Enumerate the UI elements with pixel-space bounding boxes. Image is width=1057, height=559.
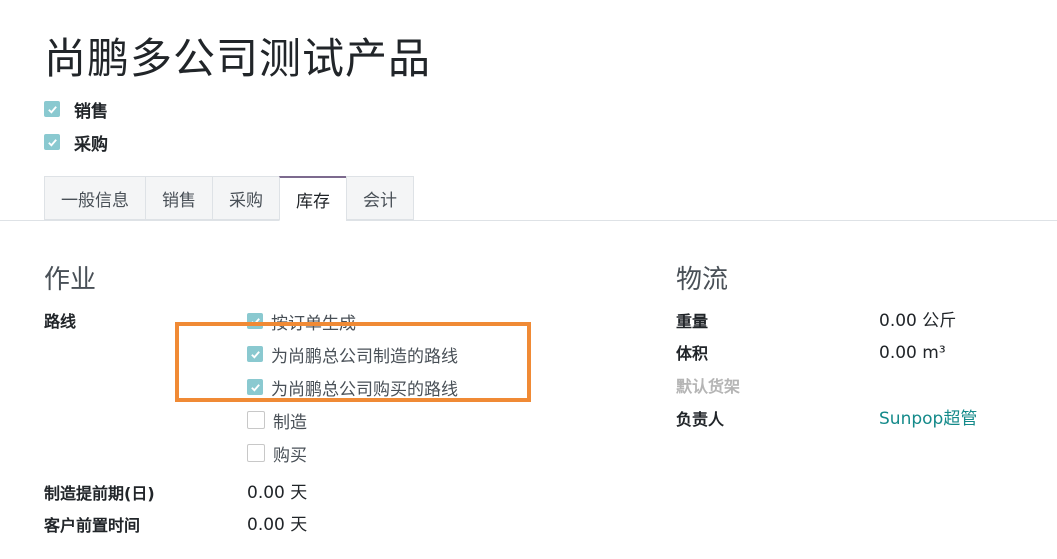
route-label: 为尚鹏总公司制造的路线	[271, 346, 458, 367]
manufacture-lead-value[interactable]: 0.00 天	[247, 483, 307, 503]
volume-label: 体积	[676, 344, 709, 363]
tab-inventory[interactable]: 库存	[279, 176, 346, 221]
customer-lead-label: 客户前置时间	[44, 516, 141, 535]
check-icon[interactable]	[247, 346, 263, 362]
route-hq-buy[interactable]: 为尚鹏总公司购买的路线	[247, 376, 458, 400]
notebook-tabs: 一般信息 销售 采购 库存 会计	[44, 176, 414, 221]
operations-section-title: 作业	[44, 265, 97, 295]
check-icon[interactable]	[247, 379, 263, 395]
tab-accounting[interactable]: 会计	[346, 176, 414, 220]
check-icon[interactable]	[44, 134, 60, 150]
weight-label: 重量	[676, 312, 709, 331]
logistics-section-title: 物流	[676, 265, 729, 295]
can-be-sold-label: 销售	[74, 101, 108, 122]
route-manufacture[interactable]: 制造	[247, 409, 307, 433]
manufacture-lead-label: 制造提前期(日)	[44, 484, 155, 503]
responsible-link[interactable]: Sunpop超管	[879, 409, 977, 429]
check-icon[interactable]	[247, 313, 263, 329]
tab-general-info[interactable]: 一般信息	[44, 176, 145, 220]
route-mto[interactable]: 按订单生成	[247, 310, 356, 334]
checkbox-empty-icon[interactable]	[247, 411, 265, 429]
product-title[interactable]: 尚鹏多公司测试产品	[44, 30, 431, 88]
route-label: 为尚鹏总公司购买的路线	[271, 379, 458, 400]
default-shelf-label: 默认货架	[676, 377, 741, 396]
route-label: 购买	[273, 445, 307, 466]
weight-value[interactable]: 0.00 公斤	[879, 311, 956, 331]
can-be-sold-option[interactable]: 销售	[44, 99, 108, 122]
responsible-label: 负责人	[676, 410, 725, 429]
route-hq-manufacture[interactable]: 为尚鹏总公司制造的路线	[247, 343, 458, 367]
check-icon[interactable]	[44, 101, 60, 117]
can-be-purchased-option[interactable]: 采购	[44, 132, 108, 155]
can-be-purchased-label: 采购	[74, 134, 108, 155]
routes-label: 路线	[44, 312, 77, 331]
tab-purchase[interactable]: 采购	[212, 176, 279, 220]
route-label: 按订单生成	[271, 313, 356, 334]
customer-lead-value[interactable]: 0.00 天	[247, 515, 307, 535]
checkbox-empty-icon[interactable]	[247, 444, 265, 462]
route-buy[interactable]: 购买	[247, 442, 307, 466]
tab-sales[interactable]: 销售	[145, 176, 212, 220]
volume-value[interactable]: 0.00 m³	[879, 343, 946, 363]
route-label: 制造	[273, 412, 307, 433]
